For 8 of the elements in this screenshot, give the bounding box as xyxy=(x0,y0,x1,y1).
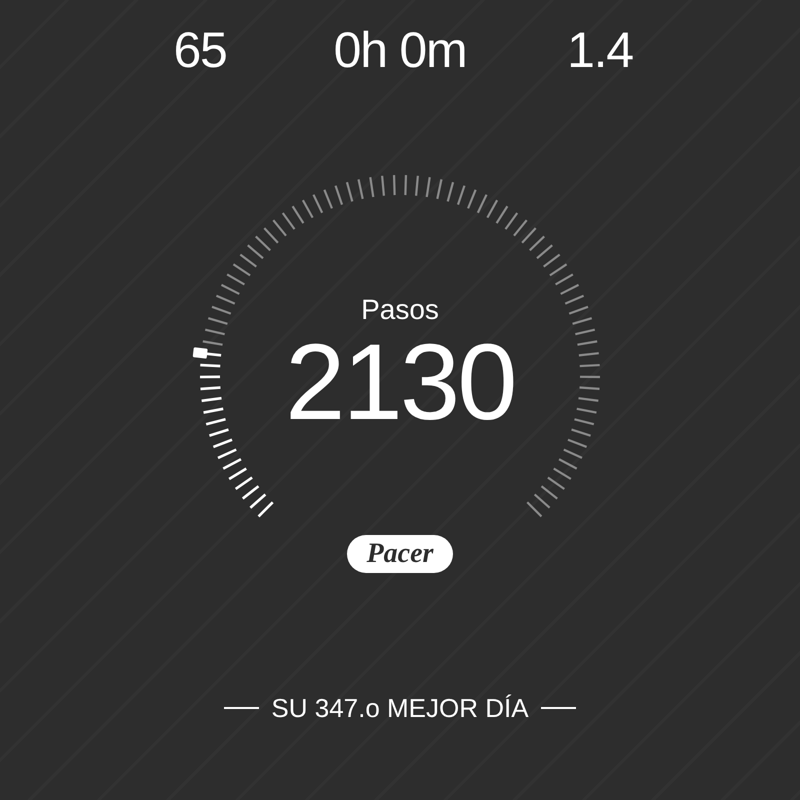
gauge-label: Pasos xyxy=(361,293,439,327)
pacer-logo: Pacer xyxy=(346,535,454,573)
stat-value: 65 xyxy=(172,22,228,78)
step-count: 2130 xyxy=(285,327,515,437)
best-day-text: SU 347.o MEJOR DÍA xyxy=(271,692,529,724)
progress-marker xyxy=(192,347,208,359)
stat-value: 1.4 xyxy=(566,22,634,78)
stat-value: 0h 0m xyxy=(332,22,468,78)
